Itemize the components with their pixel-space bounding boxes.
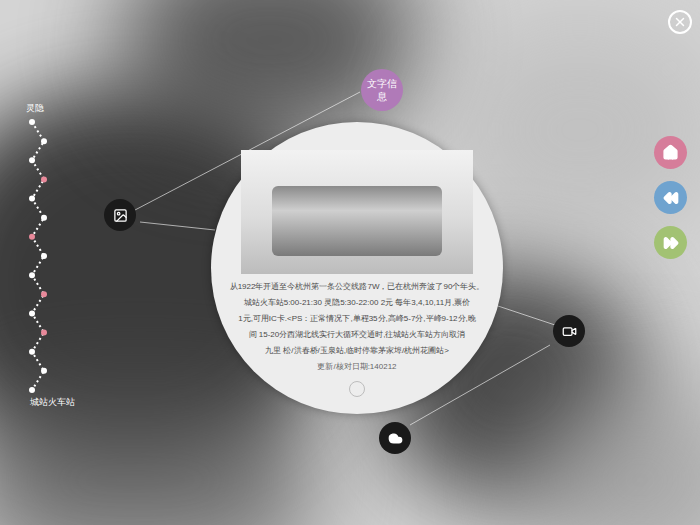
route-end-label: 城站火车站: [30, 396, 75, 410]
route-stop[interactable]: [41, 138, 47, 144]
route-stop[interactable]: [41, 215, 47, 221]
route-stop[interactable]: [41, 330, 47, 336]
rewind-button[interactable]: [654, 181, 687, 214]
route-stop[interactable]: [29, 157, 35, 163]
info-line: 九里 松/洪春桥/玉泉站,临时停靠茅家埠/杭州花圃站>: [226, 343, 488, 359]
info-line: 城站火车站5:00-21:30 灵隐5:30-22:00 2元 每年3,4,10…: [226, 295, 488, 311]
route-stop[interactable]: [29, 119, 35, 125]
app: 灵隐城站火车站 文字信息从1922年开通至今杭州第一条公交线路7W，已在杭州奔波了…: [0, 0, 700, 525]
bus-photo: [241, 150, 473, 274]
video-icon: [562, 324, 577, 339]
route-stop[interactable]: [29, 387, 35, 393]
route-stop[interactable]: [29, 196, 35, 202]
route-start-label: 灵隐: [26, 102, 44, 116]
close-icon: [673, 15, 687, 29]
info-card: 从1922年开通至今杭州第一条公交线路7W，已在杭州奔波了90个年头。城站火车站…: [211, 122, 503, 414]
info-line: 间 15-20分西湖北线实行大循环交通时,往城站火车站方向取消: [226, 327, 488, 343]
info-text: 从1922年开通至今杭州第一条公交线路7W，已在杭州奔波了90个年头。城站火车站…: [226, 279, 488, 375]
updated-date: 更新/核对日期:140212: [226, 359, 488, 375]
route-stop[interactable]: [41, 291, 47, 297]
forward-icon: [663, 235, 679, 251]
route-stop[interactable]: [29, 349, 35, 355]
close-button[interactable]: [668, 10, 692, 34]
image-button[interactable]: [104, 199, 136, 231]
cloud-icon: [388, 431, 403, 446]
logo-icon: [349, 381, 365, 397]
rewind-icon: [663, 190, 679, 206]
image-icon: [113, 208, 128, 223]
info-line: 1元,可用IC卡.<PS：正常情况下,单程35分,高峰5-7分,平峰9-12分,…: [226, 311, 488, 327]
video-button[interactable]: [553, 315, 585, 347]
home-button[interactable]: [654, 136, 687, 169]
forward-button[interactable]: [654, 226, 687, 259]
home-icon: [662, 144, 679, 161]
route-stop[interactable]: [29, 272, 35, 278]
route-line: [22, 116, 56, 398]
route-stop[interactable]: [29, 234, 35, 240]
text-info-button[interactable]: 文字信息: [361, 69, 403, 111]
route-stop[interactable]: [41, 176, 47, 182]
route-stop[interactable]: [41, 253, 47, 259]
info-line: 从1922年开通至今杭州第一条公交线路7W，已在杭州奔波了90个年头。: [226, 279, 488, 295]
route-stop[interactable]: [41, 368, 47, 374]
route-stop[interactable]: [29, 310, 35, 316]
cloud-button[interactable]: [379, 422, 411, 454]
